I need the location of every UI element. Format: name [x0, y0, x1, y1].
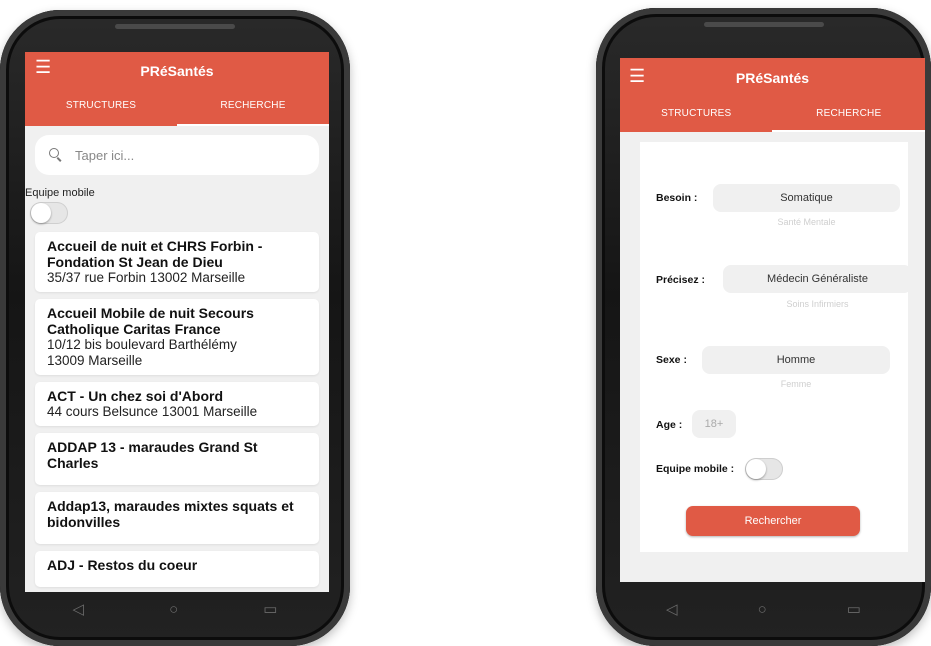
tab-structures[interactable]: STRUCTURES: [25, 100, 177, 111]
need-picker[interactable]: Somatique: [713, 184, 900, 212]
structure-name: ACT - Un chez soi d'Abord: [47, 388, 223, 404]
structure-name: Addap13, maraudes mixtes squats et bidon…: [47, 498, 294, 530]
back-icon[interactable]: ◁: [666, 600, 678, 618]
structure-address: 44 cours Belsunce 13001 Marseille: [47, 404, 258, 419]
app-title: PRéSantés: [735, 70, 810, 86]
home-icon[interactable]: ○: [169, 601, 178, 618]
tab-structures[interactable]: STRUCTURES: [620, 108, 773, 119]
structures-list: Accueil de nuit et CHRS Forbin - Fondati…: [35, 232, 319, 592]
list-item[interactable]: ADDAP 13 - maraudes Grand St Charles: [35, 433, 319, 485]
structure-address: 10/12 bis boulevard Barthélémy 13009 Mar…: [47, 337, 237, 368]
tab-bar: STRUCTURES RECHERCHE: [620, 108, 925, 119]
structure-name: ADDAP 13 - maraudes Grand St Charles: [47, 439, 258, 471]
specify-picker[interactable]: Médecin Généraliste: [723, 265, 912, 293]
search-form: Besoin : Somatique Santé Mentale Précise…: [640, 142, 912, 552]
phone-nav-bar: ◁ ○ ▭: [626, 594, 901, 624]
sex-next-option[interactable]: Femme: [702, 379, 890, 389]
specify-next-option[interactable]: Soins Infirmiers: [723, 299, 912, 309]
age-input[interactable]: 18+: [692, 410, 736, 438]
active-tab-indicator: [772, 130, 925, 132]
app-bar: ☰ PRéSantés STRUCTURES RECHERCHE: [620, 58, 925, 132]
search-input[interactable]: [73, 146, 277, 164]
structures-screen: ☰ PRéSantés STRUCTURES RECHERCHE Equipe …: [25, 52, 329, 592]
home-icon[interactable]: ○: [758, 601, 767, 618]
search-bar: [35, 135, 319, 175]
structure-name: ADJ - Restos du coeur: [47, 557, 198, 573]
structure-name: Accueil Mobile de nuit Secours Catholiqu…: [47, 305, 254, 337]
structure-address: 35/37 rue Forbin 13002 Marseille: [47, 270, 246, 285]
list-item[interactable]: Accueil de nuit et CHRS Forbin - Fondati…: [35, 232, 319, 292]
recents-icon[interactable]: ▭: [263, 600, 277, 618]
sex-label: Sexe :: [656, 354, 687, 366]
mobile-team-label: Equipe mobile :: [656, 463, 735, 475]
sex-picker[interactable]: Homme: [702, 346, 890, 374]
tab-bar: STRUCTURES RECHERCHE: [25, 100, 329, 111]
list-item[interactable]: ACT - Un chez soi d'Abord 44 cours Belsu…: [35, 382, 319, 426]
mobile-team-label: Equipe mobile: [25, 187, 95, 199]
age-label: Age :: [656, 419, 683, 431]
structure-name: Accueil de nuit et CHRS Forbin - Fondati…: [47, 238, 263, 270]
phone-speaker: [703, 22, 824, 27]
phone-speaker: [115, 24, 235, 29]
app-title: PRéSantés: [140, 63, 214, 79]
toggle-knob: [31, 203, 51, 223]
mobile-team-toggle[interactable]: [745, 458, 783, 480]
list-item[interactable]: Addap13, maraudes mixtes squats et bidon…: [35, 492, 319, 544]
tab-recherche[interactable]: RECHERCHE: [177, 100, 329, 111]
recents-icon[interactable]: ▭: [847, 600, 861, 618]
phone-nav-bar: ◁ ○ ▭: [30, 594, 320, 624]
mobile-team-toggle[interactable]: [30, 202, 68, 224]
search-icon: [49, 148, 63, 162]
tab-recherche[interactable]: RECHERCHE: [773, 108, 926, 119]
need-label: Besoin :: [656, 192, 698, 204]
search-button[interactable]: Rechercher: [686, 506, 860, 536]
app-bar: ☰ PRéSantés STRUCTURES RECHERCHE: [25, 52, 329, 126]
list-item[interactable]: ADJ - Restos du coeur: [35, 551, 319, 587]
search-screen: ☰ PRéSantés STRUCTURES RECHERCHE Besoin …: [620, 58, 925, 582]
list-item[interactable]: Accueil Mobile de nuit Secours Catholiqu…: [35, 299, 319, 375]
specify-label: Précisez :: [656, 274, 706, 286]
need-next-option[interactable]: Santé Mentale: [713, 217, 900, 227]
back-icon[interactable]: ◁: [73, 600, 85, 618]
toggle-knob: [746, 459, 766, 479]
active-tab-indicator: [177, 124, 329, 126]
